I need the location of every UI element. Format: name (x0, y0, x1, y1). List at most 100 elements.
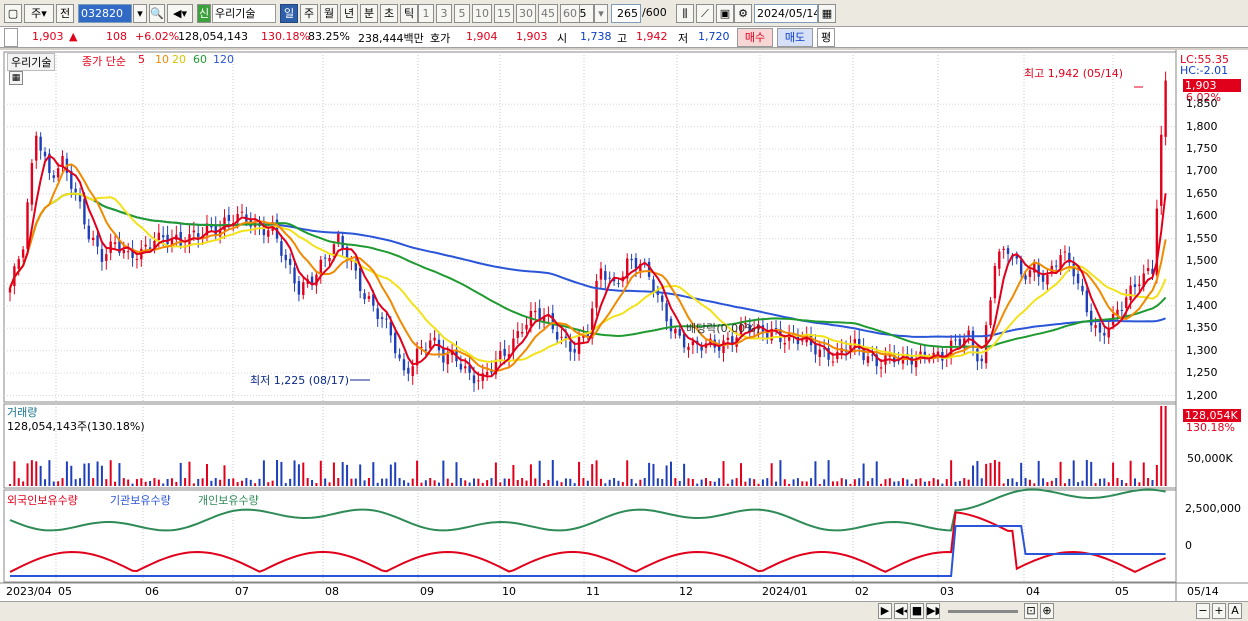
volume-bar (613, 478, 616, 486)
volume-bar (197, 478, 200, 486)
sell-button[interactable]: 매도 (777, 28, 813, 47)
window-icon[interactable]: ▢ (4, 4, 22, 23)
volume-bar (170, 478, 173, 486)
save-icon[interactable]: ▣ (716, 4, 734, 23)
volume-bar (1050, 480, 1053, 486)
info-toggle[interactable] (4, 28, 18, 47)
stop-icon[interactable]: ■ (910, 603, 924, 619)
volume-bar (459, 478, 462, 486)
volume-bar (61, 478, 64, 486)
volume-bar (1042, 478, 1045, 486)
period-tab-0[interactable]: 일 (280, 4, 298, 23)
speaker-icon[interactable]: ◀▾ (167, 4, 193, 23)
stock-code-input[interactable]: 032820 (78, 4, 132, 23)
volume-bar (39, 465, 42, 486)
candle-body (96, 235, 99, 247)
volume-bar (753, 479, 756, 486)
interval-button-0[interactable]: 1 (418, 4, 434, 23)
volume-bar (775, 481, 778, 486)
volume-bar (144, 481, 147, 486)
volume-bar (153, 478, 156, 486)
zoom-fit-icon[interactable]: ⊡ (1024, 603, 1038, 619)
hc-label: HC:-2.01 (1180, 64, 1229, 77)
candle-body (74, 188, 77, 193)
interval-button-6[interactable]: 45 (538, 4, 558, 23)
volume-bar (175, 481, 178, 486)
volume-bar (241, 480, 243, 486)
turnover-rate: 83.25% (308, 30, 350, 43)
count-input[interactable]: 265 (611, 4, 641, 23)
volume-bar (621, 482, 624, 486)
volume-bar (420, 482, 423, 486)
interval-button-2[interactable]: 5 (454, 4, 470, 23)
volume-bar (451, 482, 454, 486)
volume-bar (543, 483, 546, 486)
grid-icon[interactable]: ▦ (9, 71, 23, 85)
volume-bar (1147, 478, 1150, 486)
period-tab-5[interactable]: 초 (380, 4, 398, 23)
candle-body (831, 361, 835, 363)
interval-button-4[interactable]: 15 (494, 4, 514, 23)
candle-body (647, 261, 651, 277)
code-dropdown-icon[interactable]: ▾ (133, 4, 147, 23)
interval-button-3[interactable]: 10 (472, 4, 492, 23)
scroll-right-icon[interactable]: ▶ (878, 603, 892, 619)
interval-button-7[interactable]: 60 (560, 4, 580, 23)
candle-body (569, 341, 572, 352)
volume-bar (92, 478, 95, 486)
candle-body (818, 349, 822, 358)
volume-bar (998, 461, 1001, 486)
volume-bar (945, 479, 948, 486)
zoom-slider[interactable] (948, 610, 1018, 613)
candle-body (429, 340, 432, 349)
volume-bar (131, 483, 134, 486)
date-input[interactable]: 2024/05/14 (754, 4, 818, 23)
avg-button[interactable]: 평 (817, 28, 835, 47)
gear-icon[interactable]: ⚙ (734, 4, 752, 23)
type-select[interactable]: 주▾ (24, 4, 54, 23)
stock-chart[interactable] (0, 50, 1248, 601)
text-size-icon[interactable]: A (1228, 603, 1242, 619)
candle-body (674, 328, 677, 334)
candle-body (871, 354, 874, 356)
candle-body (288, 258, 292, 265)
volume-bar (267, 482, 270, 486)
candle-type-icon[interactable]: ⫼ (676, 4, 694, 23)
plus-icon[interactable]: + (1212, 603, 1226, 619)
zoom-in-icon[interactable]: ⊕ (1040, 603, 1054, 619)
volume-bar (551, 460, 554, 486)
count-total: /600 (642, 6, 667, 19)
prev-button[interactable]: 전 (56, 4, 74, 23)
volume-bar (416, 460, 419, 486)
volume-bar (149, 480, 152, 486)
calendar-icon[interactable]: ▦ (818, 4, 836, 23)
volume-bar (862, 463, 865, 486)
interval-button-1[interactable]: 3 (436, 4, 452, 23)
interval-dropdown-icon[interactable]: ▾ (594, 4, 608, 23)
search-icon[interactable]: 🔍 (149, 4, 165, 23)
legend-stock-name[interactable]: 우리기술 (7, 53, 56, 71)
volume-bar (490, 478, 493, 486)
volume-bar (726, 483, 729, 486)
volume-bar (582, 478, 585, 486)
period-tab-4[interactable]: 분 (360, 4, 378, 23)
rewind-icon[interactable]: ◀◀ (894, 603, 908, 619)
volume-bar (691, 479, 694, 486)
candle-body (446, 354, 449, 365)
interval-button-5[interactable]: 30 (516, 4, 536, 23)
candle-body (56, 168, 60, 178)
period-tab-3[interactable]: 년 (340, 4, 358, 23)
volume-pct-tag: 130.18% (1186, 421, 1235, 434)
forward-icon[interactable]: ▶▶ (926, 603, 940, 619)
volume-bar (9, 484, 11, 486)
period-tab-1[interactable]: 주 (300, 4, 318, 23)
volume-bar (442, 460, 445, 486)
period-tab-6[interactable]: 틱 (400, 4, 418, 23)
volume-bar (818, 483, 821, 486)
line-type-icon[interactable]: ⟋ (696, 4, 714, 23)
chart-area[interactable]: 우리기술 종가 단순 5 10 20 60 120 ▦ 최고 1,942 (05… (0, 50, 1248, 601)
buy-button[interactable]: 매수 (737, 28, 773, 47)
legend-ma60: 60 (193, 53, 207, 66)
minus-icon[interactable]: − (1196, 603, 1210, 619)
period-tab-2[interactable]: 월 (320, 4, 338, 23)
